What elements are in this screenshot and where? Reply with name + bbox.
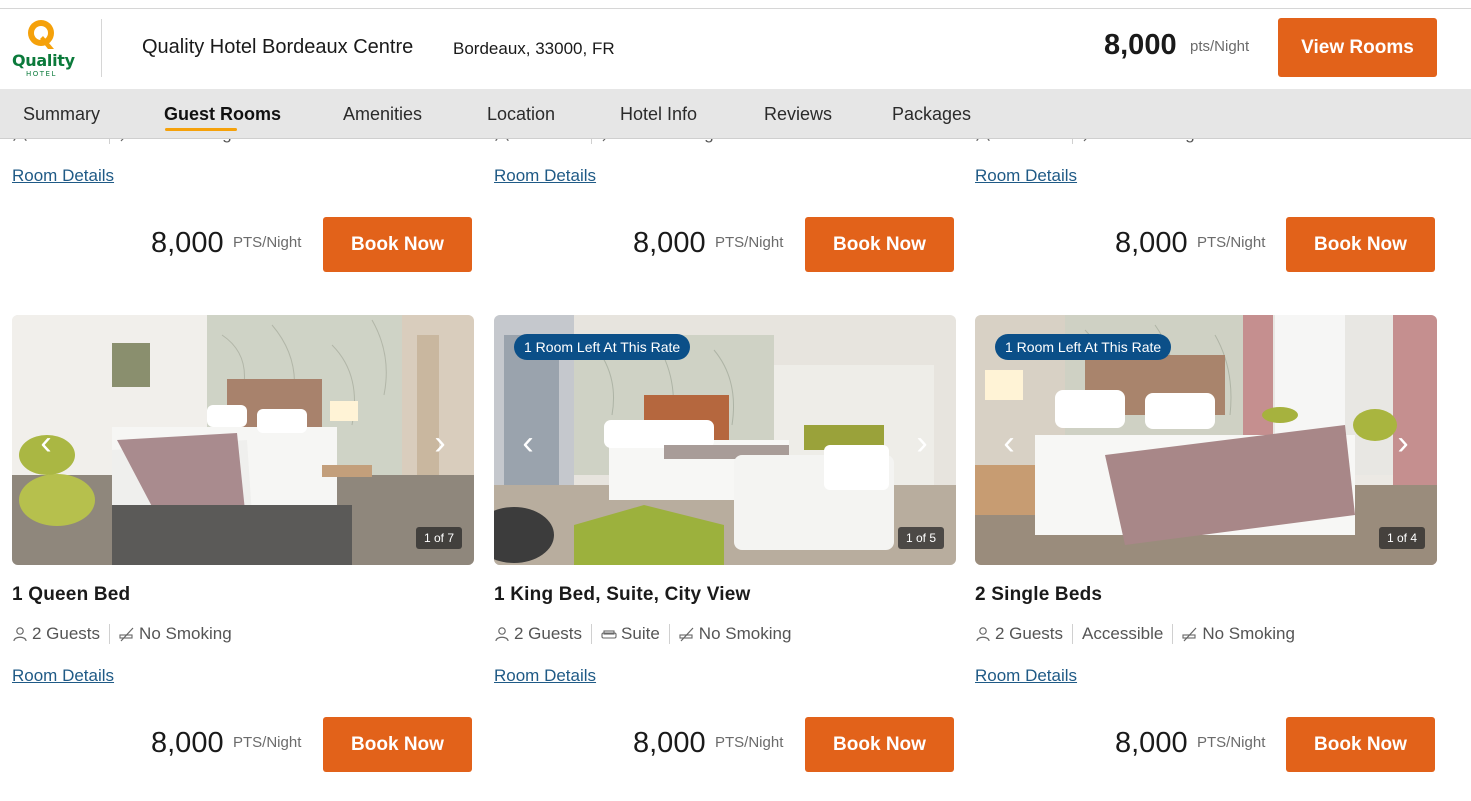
- book-now-button[interactable]: Book Now: [323, 717, 472, 772]
- no-smoking-icon: [679, 627, 694, 642]
- guests-feature: 2 Guests: [494, 624, 582, 644]
- no-smoking-icon: [119, 627, 134, 642]
- room-details-link[interactable]: Room Details: [12, 666, 114, 686]
- room-features: 2 Guests Suite No Smoking: [494, 624, 791, 644]
- room-card-queen: ‹ › 1 of 7 1 Queen Bed 2 Guests No Smoki…: [12, 315, 474, 775]
- room-card-king-suite: 1 Room Left At This Rate ‹ › 1 of 5 1 Ki…: [494, 315, 956, 775]
- previous-photo-icon[interactable]: ‹: [995, 423, 1023, 463]
- feature-separator: [1072, 624, 1074, 644]
- smoking-label: No Smoking: [139, 624, 232, 643]
- room-price: 8,000: [1115, 727, 1188, 759]
- room-title: 1 King Bed, Suite, City View: [494, 584, 751, 605]
- logo-subtitle: HOTEL: [26, 70, 57, 78]
- room-details-link[interactable]: Room Details: [494, 166, 596, 186]
- room-card-top-1: 2 Guests No Smoking Room Details 8,000 P…: [12, 124, 474, 274]
- smoking-label: No Smoking: [698, 624, 792, 643]
- smoking-label: No Smoking: [1202, 624, 1295, 643]
- smoking-feature: No Smoking: [1182, 624, 1295, 644]
- room-price: 8,000: [633, 227, 706, 259]
- active-tab-indicator: [165, 128, 237, 131]
- room-price: 8,000: [151, 727, 224, 759]
- header-price: 8,000: [1104, 29, 1177, 61]
- book-now-button[interactable]: Book Now: [1286, 217, 1435, 272]
- quality-q-icon: [28, 20, 54, 49]
- smoking-feature: No Smoking: [119, 624, 232, 644]
- person-icon: [976, 627, 990, 642]
- section-tabs: Summary Guest Rooms Amenities Location H…: [0, 89, 1471, 139]
- header-divider: [101, 19, 102, 77]
- next-photo-icon[interactable]: ›: [426, 423, 454, 463]
- tab-reviews[interactable]: Reviews: [764, 104, 832, 125]
- book-now-button[interactable]: Book Now: [805, 717, 954, 772]
- room-features: 2 Guests No Smoking: [12, 624, 232, 644]
- room-price-unit: PTS/Night: [233, 234, 302, 251]
- book-now-button[interactable]: Book Now: [1286, 717, 1435, 772]
- room-price-unit: PTS/Night: [715, 734, 784, 751]
- tab-summary[interactable]: Summary: [23, 104, 100, 125]
- view-rooms-button[interactable]: View Rooms: [1278, 18, 1437, 77]
- photo-counter: 1 of 4: [1378, 527, 1425, 549]
- photo-counter: 1 of 5: [897, 527, 944, 549]
- room-card-top-3: 2 Guests No Smoking Room Details 8,000 P…: [975, 124, 1437, 274]
- guests-feature: 2 Guests: [975, 624, 1063, 644]
- room-price-unit: PTS/Night: [233, 734, 302, 751]
- room-price: 8,000: [633, 727, 706, 759]
- room-price-unit: PTS/Night: [1197, 734, 1266, 751]
- feature-separator: [668, 624, 670, 644]
- suite-label: Suite: [621, 624, 660, 643]
- room-photo[interactable]: 1 Room Left At This Rate ‹ › 1 of 5: [494, 315, 956, 565]
- suite-feature: Suite: [601, 624, 660, 644]
- quality-hotel-logo[interactable]: Quality HOTEL: [10, 17, 76, 81]
- tab-location[interactable]: Location: [487, 104, 555, 125]
- room-title: 2 Single Beds: [975, 584, 1103, 605]
- next-photo-icon[interactable]: ›: [908, 423, 936, 463]
- room-photo-image: [12, 315, 474, 565]
- room-card-top-2: 3 Guests No Smoking Room Details 8,000 P…: [494, 124, 956, 274]
- room-price-unit: PTS/Night: [1197, 234, 1266, 251]
- no-smoking-icon: [1182, 627, 1197, 642]
- logo-wordmark: Quality: [12, 51, 75, 70]
- accessible-label: Accessible: [1082, 624, 1164, 643]
- book-now-button[interactable]: Book Now: [323, 217, 472, 272]
- tab-guest-rooms[interactable]: Guest Rooms: [164, 104, 281, 125]
- person-icon: [13, 627, 27, 642]
- hotel-location: Bordeaux, 33000, FR: [453, 39, 615, 58]
- previous-photo-icon[interactable]: ‹: [514, 423, 542, 463]
- tab-hotel-info[interactable]: Hotel Info: [620, 104, 697, 125]
- room-photo[interactable]: 1 Room Left At This Rate ‹ › 1 of 4: [975, 315, 1437, 565]
- guests-label: 2 Guests: [995, 624, 1064, 643]
- guests-feature: 2 Guests: [12, 624, 100, 644]
- room-price: 8,000: [151, 227, 224, 259]
- smoking-feature: No Smoking: [679, 624, 792, 644]
- person-icon: [495, 627, 509, 642]
- room-price-unit: PTS/Night: [715, 234, 784, 251]
- room-details-link[interactable]: Room Details: [12, 166, 114, 186]
- sofa-icon: [601, 630, 617, 639]
- tab-amenities[interactable]: Amenities: [343, 104, 422, 125]
- availability-badge: 1 Room Left At This Rate: [514, 334, 691, 360]
- photo-counter: 1 of 7: [415, 527, 462, 549]
- header-price-unit: pts/Night: [1190, 38, 1250, 55]
- guests-label: 2 Guests: [514, 624, 583, 643]
- feature-separator: [1172, 624, 1174, 644]
- book-now-button[interactable]: Book Now: [805, 217, 954, 272]
- hotel-header: Quality HOTEL Quality Hotel Bordeaux Cen…: [0, 9, 1471, 89]
- room-price: 8,000: [1115, 227, 1188, 259]
- next-photo-icon[interactable]: ›: [1389, 423, 1417, 463]
- accessible-feature: Accessible: [1082, 624, 1163, 644]
- guests-label: 2 Guests: [32, 624, 101, 643]
- availability-badge: 1 Room Left At This Rate: [995, 334, 1172, 360]
- hotel-name: Quality Hotel Bordeaux Centre: [142, 36, 414, 58]
- feature-separator: [591, 624, 593, 644]
- room-title: 1 Queen Bed: [12, 584, 131, 605]
- feature-separator: [109, 624, 111, 644]
- room-details-link[interactable]: Room Details: [494, 666, 596, 686]
- tab-packages[interactable]: Packages: [892, 104, 971, 125]
- previous-photo-icon[interactable]: ‹: [32, 423, 60, 463]
- room-card-two-singles: 1 Room Left At This Rate ‹ › 1 of 4 2 Si…: [975, 315, 1437, 775]
- room-details-link[interactable]: Room Details: [975, 166, 1077, 186]
- room-details-link[interactable]: Room Details: [975, 666, 1077, 686]
- room-photo[interactable]: ‹ › 1 of 7: [12, 315, 474, 565]
- room-features: 2 Guests Accessible No Smoking: [975, 624, 1295, 644]
